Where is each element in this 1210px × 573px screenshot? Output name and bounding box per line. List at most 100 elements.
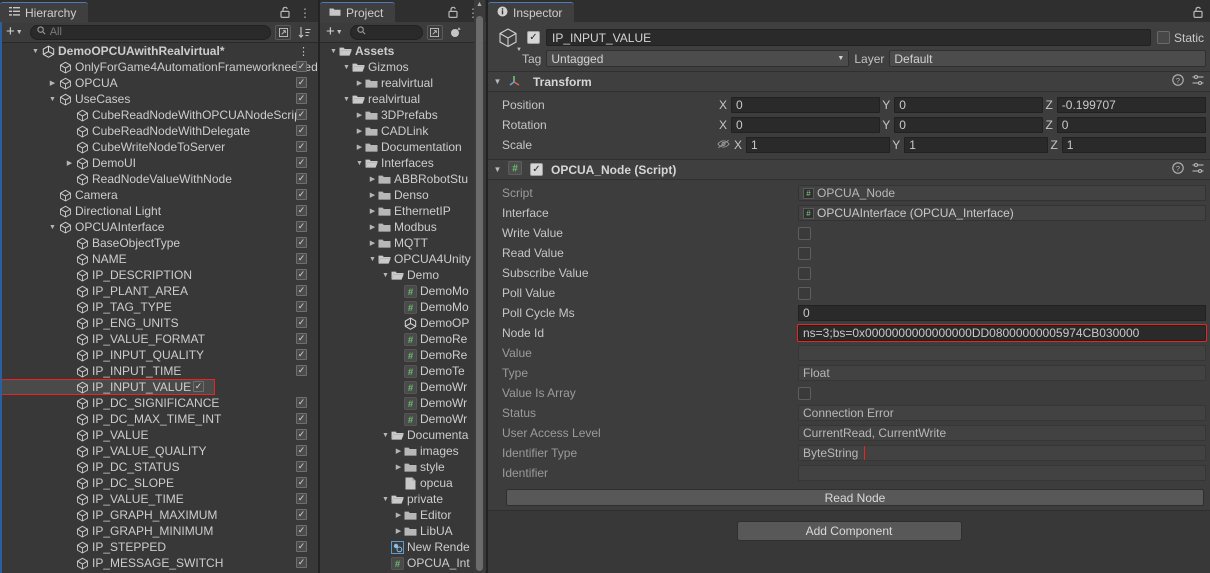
chevron-right-icon[interactable]: ▶ <box>367 191 378 199</box>
hierarchy-item-ip-graph-maximum[interactable]: IP_GRAPH_MAXIMUM <box>0 507 318 523</box>
project-item-ethernetip[interactable]: ▶ EthernetIP <box>320 203 486 219</box>
hierarchy-item-ip-dc-slope[interactable]: IP_DC_SLOPE <box>0 475 318 491</box>
hierarchy-item-active-checkbox[interactable] <box>296 285 307 296</box>
project-item-opcua4unity[interactable]: ▼ OPCUA4Unity <box>320 251 486 267</box>
chevron-down-icon[interactable]: ▼ <box>380 432 391 439</box>
project-item-assets[interactable]: ▼ Assets <box>320 43 486 59</box>
project-item-new-rende[interactable]: New Rende <box>320 539 486 555</box>
chevron-down-icon[interactable]: ▼ <box>30 48 41 55</box>
kebab-menu-icon[interactable]: ⋮ <box>299 7 311 19</box>
chevron-down-icon[interactable]: ▼ <box>367 256 378 263</box>
project-item-demowr[interactable]: # DemoWr <box>320 395 486 411</box>
preset-settings-icon[interactable] <box>1192 74 1204 89</box>
hierarchy-item-ip-value-format[interactable]: IP_VALUE_FORMAT <box>0 331 318 347</box>
lock-open-icon[interactable] <box>448 6 458 20</box>
hierarchy-item-active-checkbox[interactable] <box>296 77 307 88</box>
chevron-down-icon[interactable]: ▼ <box>380 272 391 279</box>
opcua-input-node-id[interactable]: ns=3;bs=0x0000000000000000DD080000000059… <box>797 324 1207 342</box>
hierarchy-item-ip-dc-max-time-int[interactable]: IP_DC_MAX_TIME_INT <box>0 411 318 427</box>
project-item-demo[interactable]: ▼ Demo <box>320 267 486 283</box>
transform-rotation-z-input[interactable]: 0 <box>1056 117 1206 133</box>
create-asset-button[interactable]: + ▼ <box>323 24 346 41</box>
project-item-realvirtual[interactable]: ▶ realvirtual <box>320 75 486 91</box>
hierarchy-tree[interactable]: ▼ DemoOPCUAwithRealvirtual* ⋮ OnlyForGame4A… <box>0 43 318 573</box>
hierarchy-item-demoui[interactable]: ▶ DemoUI <box>0 155 318 171</box>
chevron-right-icon[interactable]: ▶ <box>47 79 58 87</box>
hierarchy-item-active-checkbox[interactable] <box>296 413 307 424</box>
chevron-right-icon[interactable]: ▶ <box>393 463 404 471</box>
hierarchy-item-ip-message-switch[interactable]: IP_MESSAGE_SWITCH <box>0 555 318 571</box>
project-item-abbrobotstu[interactable]: ▶ ABBRobotStu <box>320 171 486 187</box>
opcua-checkbox-value-is-array[interactable] <box>798 386 811 400</box>
transform-scale-x-input[interactable]: 1 <box>746 137 891 153</box>
project-item-realvirtual[interactable]: ▼ realvirtual <box>320 91 486 107</box>
chevron-down-icon[interactable]: ▼ <box>328 48 339 55</box>
project-item-images[interactable]: ▶ images <box>320 443 486 459</box>
project-scrollbar[interactable]: ▲ <box>474 0 485 573</box>
hierarchy-item-active-checkbox[interactable] <box>296 365 307 376</box>
hierarchy-item-ip-value[interactable]: IP_VALUE <box>0 427 318 443</box>
help-icon[interactable]: ? <box>1172 74 1184 89</box>
hierarchy-item-ip-input-quality[interactable]: IP_INPUT_QUALITY <box>0 347 318 363</box>
hierarchy-item-ip-value-time[interactable]: IP_VALUE_TIME <box>0 491 318 507</box>
hierarchy-item-onlyforgame4automationframeworkneeded[interactable]: OnlyForGame4AutomationFrameworkneeded <box>0 59 318 75</box>
chevron-right-icon[interactable]: ▶ <box>354 143 365 151</box>
tab-inspector[interactable]: Inspector <box>488 2 575 23</box>
hierarchy-item-cubewritenodetoserver[interactable]: CubeWriteNodeToServer <box>0 139 318 155</box>
hierarchy-item-active-checkbox[interactable] <box>296 525 307 536</box>
hierarchy-item-active-checkbox[interactable] <box>296 189 307 200</box>
hierarchy-item-active-checkbox[interactable] <box>296 541 307 552</box>
hierarchy-item-ip-dc-status[interactable]: IP_DC_STATUS <box>0 459 318 475</box>
hierarchy-item-active-checkbox[interactable] <box>296 205 307 216</box>
transform-component-header[interactable]: ▼ Transform ? <box>488 72 1210 92</box>
project-item-demoop[interactable]: DemoOP <box>320 315 486 331</box>
transform-position-y-input[interactable]: 0 <box>894 97 1044 113</box>
transform-rotation-y-input[interactable]: 0 <box>894 117 1044 133</box>
hierarchy-item-usecases[interactable]: ▼ UseCases <box>0 91 318 107</box>
project-search-input[interactable] <box>349 24 423 40</box>
tab-project[interactable]: Project <box>320 2 396 23</box>
project-item-gizmos[interactable]: ▼ Gizmos <box>320 59 486 75</box>
hierarchy-item-active-checkbox[interactable] <box>296 269 307 280</box>
hierarchy-item-ip-input-time[interactable]: IP_INPUT_TIME <box>0 363 318 379</box>
project-item-demomo[interactable]: # DemoMo <box>320 299 486 315</box>
opcua-checkbox-read-value[interactable] <box>798 246 811 260</box>
chevron-right-icon[interactable]: ▶ <box>354 79 365 87</box>
chevron-right-icon[interactable]: ▶ <box>393 447 404 455</box>
hierarchy-item-cubereadnodewithopcuanodescript[interactable]: CubeReadNodeWithOPCUANodeScript <box>0 107 318 123</box>
project-item-interfaces[interactable]: ▼ Interfaces <box>320 155 486 171</box>
hierarchy-item-ip-plant-area[interactable]: IP_PLANT_AREA <box>0 283 318 299</box>
hierarchy-item-active-checkbox[interactable] <box>193 381 204 392</box>
chevron-right-icon[interactable]: ▶ <box>367 239 378 247</box>
hierarchy-item-cubereadnodewithdelegate[interactable]: CubeReadNodeWithDelegate <box>0 123 318 139</box>
layer-dropdown[interactable]: Default <box>889 50 1206 67</box>
gameobject-enabled-checkbox[interactable]: ✓ <box>527 31 540 44</box>
hierarchy-item-active-checkbox[interactable] <box>296 349 307 360</box>
chevron-down-icon[interactable]: ▼ <box>341 96 352 103</box>
tab-hierarchy[interactable]: Hierarchy <box>0 2 89 23</box>
chevron-right-icon[interactable]: ▶ <box>367 207 378 215</box>
project-item-demowr[interactable]: # DemoWr <box>320 411 486 427</box>
opcua-checkbox-write-value[interactable] <box>798 226 811 240</box>
hierarchy-item-ip-value-quality[interactable]: IP_VALUE_QUALITY <box>0 443 318 459</box>
hierarchy-item-ip-dc-significance[interactable]: IP_DC_SIGNIFICANCE <box>0 395 318 411</box>
project-item-denso[interactable]: ▶ Denso <box>320 187 486 203</box>
hierarchy-item-active-checkbox[interactable] <box>296 317 307 328</box>
hierarchy-item-active-checkbox[interactable] <box>296 221 307 232</box>
hierarchy-item-ip-description[interactable]: IP_DESCRIPTION <box>0 267 318 283</box>
hierarchy-item-active-checkbox[interactable] <box>296 141 307 152</box>
project-item-editor[interactable]: ▶ Editor <box>320 507 486 523</box>
chevron-right-icon[interactable]: ▶ <box>367 223 378 231</box>
hierarchy-item-active-checkbox[interactable] <box>296 93 307 104</box>
lock-open-icon[interactable] <box>1193 6 1203 20</box>
chevron-down-icon[interactable]: ▼ <box>341 64 352 71</box>
hierarchy-item-ip-tag-type[interactable]: IP_TAG_TYPE <box>0 299 318 315</box>
hierarchy-item-active-checkbox[interactable] <box>296 397 307 408</box>
hierarchy-item-name[interactable]: NAME <box>0 251 318 267</box>
kebab-menu-icon[interactable]: ⋮ <box>298 43 309 59</box>
hierarchy-item-active-checkbox[interactable] <box>296 333 307 344</box>
hierarchy-item-opcua[interactable]: ▶ OPCUA <box>0 75 318 91</box>
hierarchy-item-ip-input-value[interactable]: IP_INPUT_VALUE <box>0 379 215 395</box>
constrain-proportions-off-icon[interactable] <box>717 139 730 152</box>
hierarchy-item-active-checkbox[interactable] <box>296 301 307 312</box>
